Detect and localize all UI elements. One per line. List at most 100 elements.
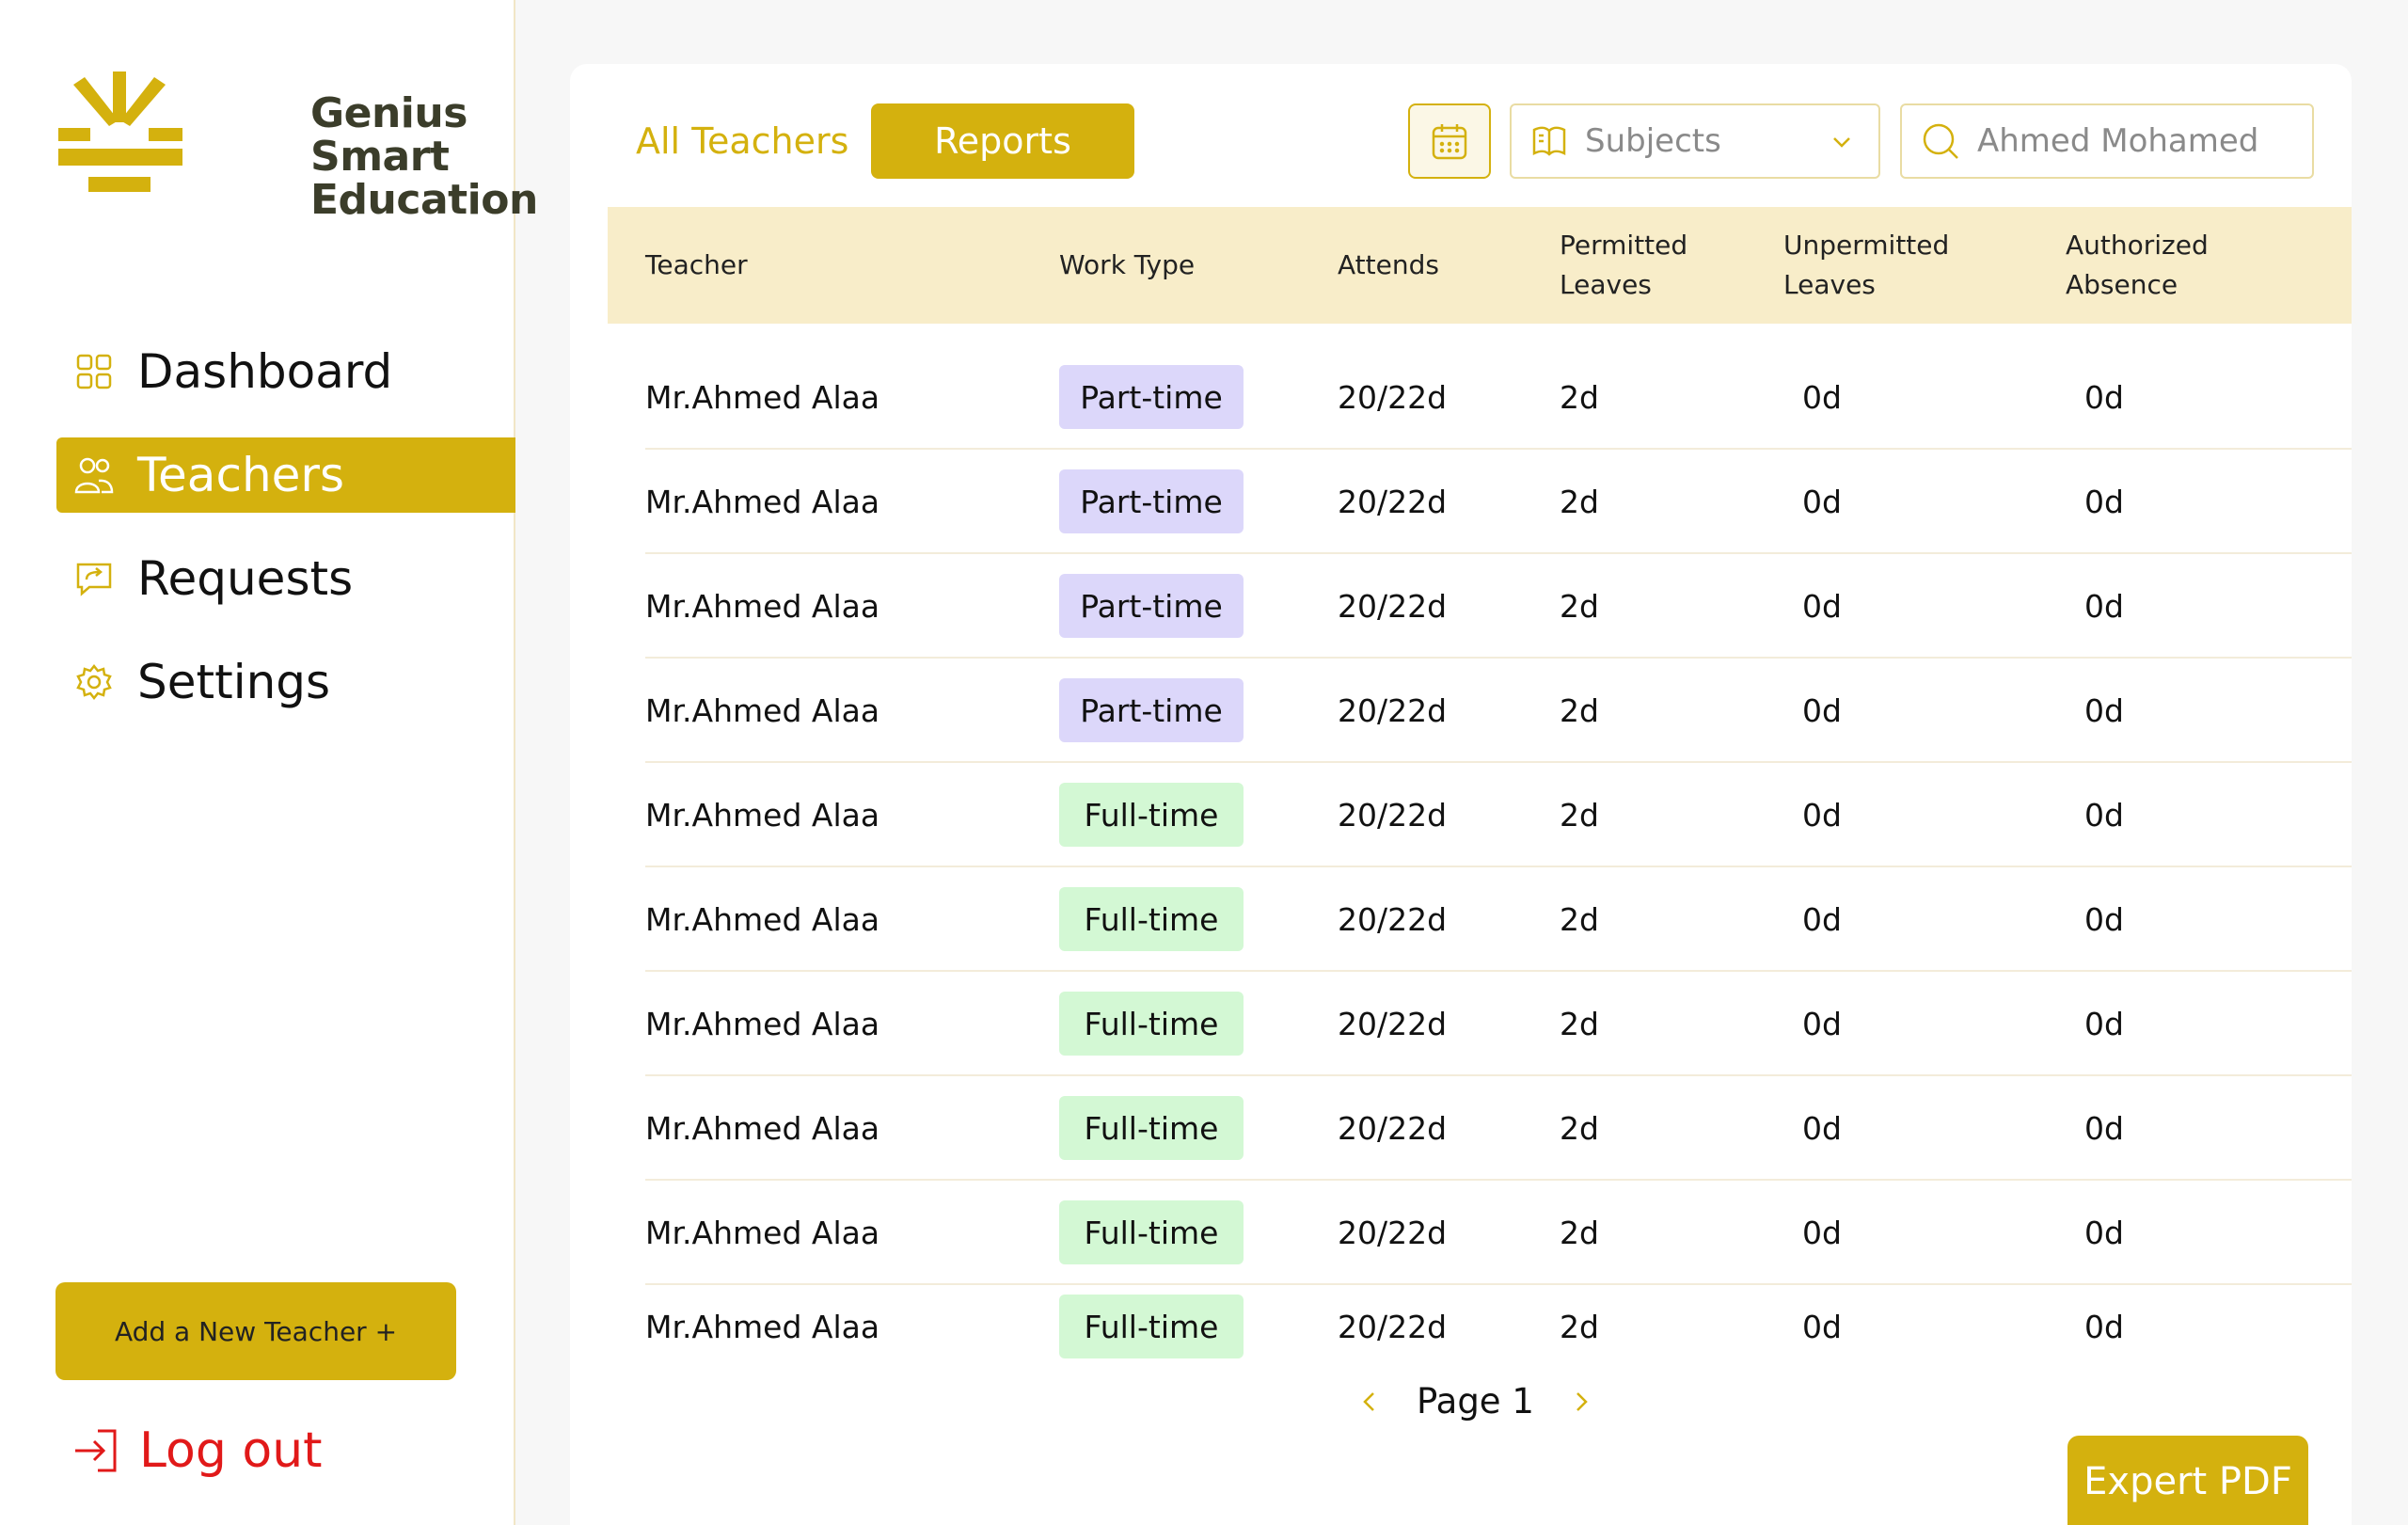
chevron-right-icon[interactable] xyxy=(1562,1383,1600,1421)
cell-teacher: Mr.Ahmed Alaa xyxy=(645,1308,880,1345)
cell-teacher: Mr.Ahmed Alaa xyxy=(645,796,880,834)
cell-attends: 20/22d xyxy=(1338,1005,1448,1042)
cell-permitted: 2d xyxy=(1560,1214,1599,1251)
cell-permitted: 2d xyxy=(1560,483,1599,520)
users-icon xyxy=(73,454,115,496)
header-permitted-line-1: Permitted xyxy=(1560,230,1688,261)
cell-permitted: 2d xyxy=(1560,1005,1599,1042)
header-attends: Attends xyxy=(1338,249,1439,280)
cell-authorized: 0d xyxy=(2084,587,2124,625)
header-work-type: Work Type xyxy=(1059,249,1196,280)
cell-authorized: 0d xyxy=(2084,900,2124,938)
sidebar-item-label: Requests xyxy=(137,551,354,606)
add-teacher-button[interactable]: Add a New Teacher + xyxy=(55,1282,456,1380)
search-icon xyxy=(1923,123,1958,159)
sidebar-item-settings[interactable]: Settings xyxy=(56,644,515,720)
table-row[interactable]: Mr.Ahmed Alaa Part-time 20/22d 2d 0d 0d xyxy=(645,555,2352,659)
book-icon xyxy=(1532,126,1566,156)
logout-button[interactable]: Log out xyxy=(71,1422,323,1479)
work-type-badge: Full-time xyxy=(1059,992,1244,1056)
table-row[interactable]: Mr.Ahmed Alaa Full-time 20/22d 2d 0d 0d xyxy=(645,973,2352,1076)
work-type-badge: Part-time xyxy=(1059,365,1244,429)
cell-unpermitted: 0d xyxy=(1802,1109,1842,1147)
table-row[interactable]: Mr.Ahmed Alaa Full-time 20/22d 2d 0d 0d xyxy=(645,1276,2352,1379)
sidebar: Genius Smart Education Dashboard Teacher… xyxy=(0,0,538,1525)
header-authorized-line-1: Authorized xyxy=(2066,230,2209,261)
chevron-down-icon xyxy=(1833,137,1850,148)
pagination: Page 1 xyxy=(1351,1381,1600,1422)
cell-teacher: Mr.Ahmed Alaa xyxy=(645,1214,880,1251)
work-type-badge: Full-time xyxy=(1059,1295,1244,1358)
cell-teacher: Mr.Ahmed Alaa xyxy=(645,1109,880,1147)
subjects-label: Subjects xyxy=(1585,122,1721,160)
cell-permitted: 2d xyxy=(1560,900,1599,938)
table-row[interactable]: Mr.Ahmed Alaa Full-time 20/22d 2d 0d 0d xyxy=(645,1077,2352,1181)
cell-attends: 20/22d xyxy=(1338,587,1448,625)
calendar-button[interactable] xyxy=(1408,103,1491,179)
header-authorized-absence: Authorized Absence xyxy=(2066,226,2209,305)
cell-attends: 20/22d xyxy=(1338,1308,1448,1345)
work-type-badge: Full-time xyxy=(1059,1200,1244,1264)
chat-icon xyxy=(73,558,115,599)
table-row[interactable]: Mr.Ahmed Alaa Full-time 20/22d 2d 0d 0d xyxy=(645,764,2352,867)
work-type-badge: Full-time xyxy=(1059,783,1244,847)
search-input[interactable]: Ahmed Mohamed xyxy=(1900,103,2314,179)
sidebar-item-label: Dashboard xyxy=(137,344,393,399)
cell-permitted: 2d xyxy=(1560,587,1599,625)
sidebar-item-label: Teachers xyxy=(137,448,344,502)
sidebar-item-teachers[interactable]: Teachers xyxy=(56,437,515,513)
cell-authorized: 0d xyxy=(2084,1214,2124,1251)
cell-authorized: 0d xyxy=(2084,1005,2124,1042)
chevron-left-icon[interactable] xyxy=(1351,1383,1388,1421)
cell-authorized: 0d xyxy=(2084,1308,2124,1345)
sidebar-item-label: Settings xyxy=(137,655,331,709)
logout-icon xyxy=(75,1429,117,1472)
header-teacher: Teacher xyxy=(645,249,748,280)
cell-unpermitted: 0d xyxy=(1802,796,1842,834)
sun-logo-icon xyxy=(58,71,182,192)
grid-icon xyxy=(73,351,115,392)
brand-name: Genius Smart Education xyxy=(310,92,593,222)
cell-teacher: Mr.Ahmed Alaa xyxy=(645,378,880,416)
calendar-icon xyxy=(1432,124,1467,160)
cell-authorized: 0d xyxy=(2084,1109,2124,1147)
sidebar-item-dashboard[interactable]: Dashboard xyxy=(56,334,515,409)
work-type-badge: Full-time xyxy=(1059,1096,1244,1160)
cell-attends: 20/22d xyxy=(1338,1109,1448,1147)
table-row[interactable]: Mr.Ahmed Alaa Part-time 20/22d 2d 0d 0d xyxy=(645,451,2352,554)
work-type-badge: Part-time xyxy=(1059,469,1244,533)
cell-unpermitted: 0d xyxy=(1802,1005,1842,1042)
cell-unpermitted: 0d xyxy=(1802,378,1842,416)
cell-teacher: Mr.Ahmed Alaa xyxy=(645,691,880,729)
table-row[interactable]: Mr.Ahmed Alaa Part-time 20/22d 2d 0d 0d xyxy=(645,659,2352,763)
cell-unpermitted: 0d xyxy=(1802,587,1842,625)
tab-all-teachers[interactable]: All Teachers xyxy=(636,120,848,162)
sidebar-item-requests[interactable]: Requests xyxy=(56,541,515,616)
table-row[interactable]: Mr.Ahmed Alaa Part-time 20/22d 2d 0d 0d xyxy=(645,346,2352,450)
table-row[interactable]: Mr.Ahmed Alaa Full-time 20/22d 2d 0d 0d xyxy=(645,1182,2352,1285)
cell-attends: 20/22d xyxy=(1338,900,1448,938)
header-permitted-line-2: Leaves xyxy=(1560,269,1652,300)
tab-reports[interactable]: Reports xyxy=(871,103,1134,179)
brand-line-1: Genius xyxy=(310,89,467,137)
cell-permitted: 2d xyxy=(1560,691,1599,729)
work-type-badge: Part-time xyxy=(1059,574,1244,638)
work-type-badge: Full-time xyxy=(1059,887,1244,951)
cell-authorized: 0d xyxy=(2084,483,2124,520)
cell-teacher: Mr.Ahmed Alaa xyxy=(645,483,880,520)
subjects-dropdown[interactable]: Subjects xyxy=(1510,103,1880,179)
cell-permitted: 2d xyxy=(1560,1109,1599,1147)
cell-authorized: 0d xyxy=(2084,796,2124,834)
table-row[interactable]: Mr.Ahmed Alaa Full-time 20/22d 2d 0d 0d xyxy=(645,868,2352,972)
table-header: Teacher Work Type Attends Permitted Leav… xyxy=(608,207,2352,324)
brand-logo[interactable]: Genius Smart Education xyxy=(56,68,538,222)
page-label: Page 1 xyxy=(1417,1381,1534,1422)
export-pdf-button[interactable]: Expert PDF xyxy=(2067,1436,2308,1525)
cell-authorized: 0d xyxy=(2084,378,2124,416)
header-authorized-line-2: Absence xyxy=(2066,269,2178,300)
gear-icon xyxy=(73,661,115,703)
cell-teacher: Mr.Ahmed Alaa xyxy=(645,587,880,625)
cell-teacher: Mr.Ahmed Alaa xyxy=(645,1005,880,1042)
cell-unpermitted: 0d xyxy=(1802,1214,1842,1251)
cell-authorized: 0d xyxy=(2084,691,2124,729)
